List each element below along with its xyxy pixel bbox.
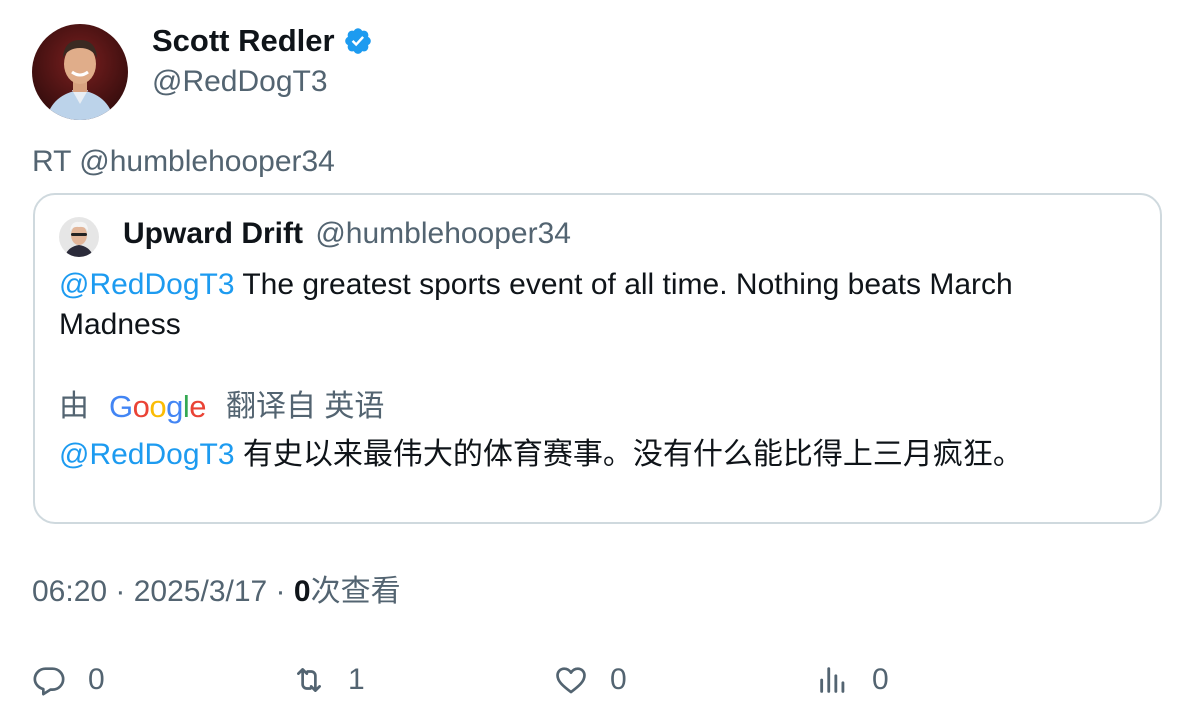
translated-text: @RedDogT3 有史以来最伟大的体育赛事。没有什么能比得上三月疯狂。	[59, 435, 1139, 475]
google-letter: o	[132, 389, 150, 424]
author-name[interactable]: Scott Redler	[152, 22, 373, 60]
retweet-line: RT @humblehooper34	[32, 145, 335, 178]
reply-count: 0	[88, 663, 105, 696]
reply-icon	[33, 667, 65, 696]
views-button[interactable]: 0	[816, 660, 889, 700]
tweet-time[interactable]: 06:20	[32, 575, 107, 608]
translate-prefix: 由	[59, 390, 89, 423]
quoted-mention-link[interactable]: @RedDogT3	[59, 268, 235, 301]
google-letter: G	[109, 389, 133, 424]
views-label: 次查看	[310, 575, 401, 608]
reply-button[interactable]: 0	[32, 660, 105, 700]
quoted-tweet-card[interactable]: Upward Drift @humblehooper34 @RedDogT3 T…	[33, 193, 1162, 524]
author-handle[interactable]: @RedDogT3	[152, 64, 328, 100]
quoted-header: Upward Drift @humblehooper34	[123, 215, 571, 253]
like-icon	[556, 667, 586, 694]
views-action-count: 0	[872, 663, 889, 696]
quoted-author-handle[interactable]: @humblehooper34	[315, 217, 571, 250]
quoted-text: @RedDogT3 The greatest sports event of a…	[59, 265, 1139, 345]
retweet-icon	[297, 668, 321, 692]
tweet-date[interactable]: 2025/3/17	[134, 575, 267, 608]
like-button[interactable]: 0	[554, 660, 627, 700]
google-letter: o	[149, 389, 167, 424]
meta-separator: ·	[267, 575, 294, 608]
google-logo[interactable]: Google	[109, 387, 207, 427]
google-letter: e	[189, 389, 207, 424]
views-icon	[820, 667, 845, 693]
retweet-button[interactable]: 1	[292, 660, 365, 700]
quoted-author-avatar[interactable]	[59, 217, 99, 257]
verified-badge-icon	[343, 26, 373, 56]
meta-separator: ·	[107, 575, 134, 608]
tweet-meta: 06:20 · 2025/3/17 · 0次查看	[32, 573, 401, 611]
translated-body: 有史以来最伟大的体育赛事。没有什么能比得上三月疯狂。	[234, 438, 1023, 471]
quoted-author-name[interactable]: Upward Drift	[123, 217, 303, 250]
translation-attribution: 由 Google 翻译自 英语	[59, 387, 384, 427]
author-name-text[interactable]: Scott Redler	[152, 23, 335, 58]
translated-mention-link[interactable]: @RedDogT3	[59, 438, 235, 471]
like-count: 0	[610, 663, 627, 696]
views-count: 0	[293, 575, 311, 608]
translate-suffix: 翻译自 英语	[226, 390, 385, 423]
author-avatar[interactable]	[32, 24, 128, 120]
retweet-count: 1	[348, 663, 365, 696]
google-letter: g	[166, 389, 183, 424]
